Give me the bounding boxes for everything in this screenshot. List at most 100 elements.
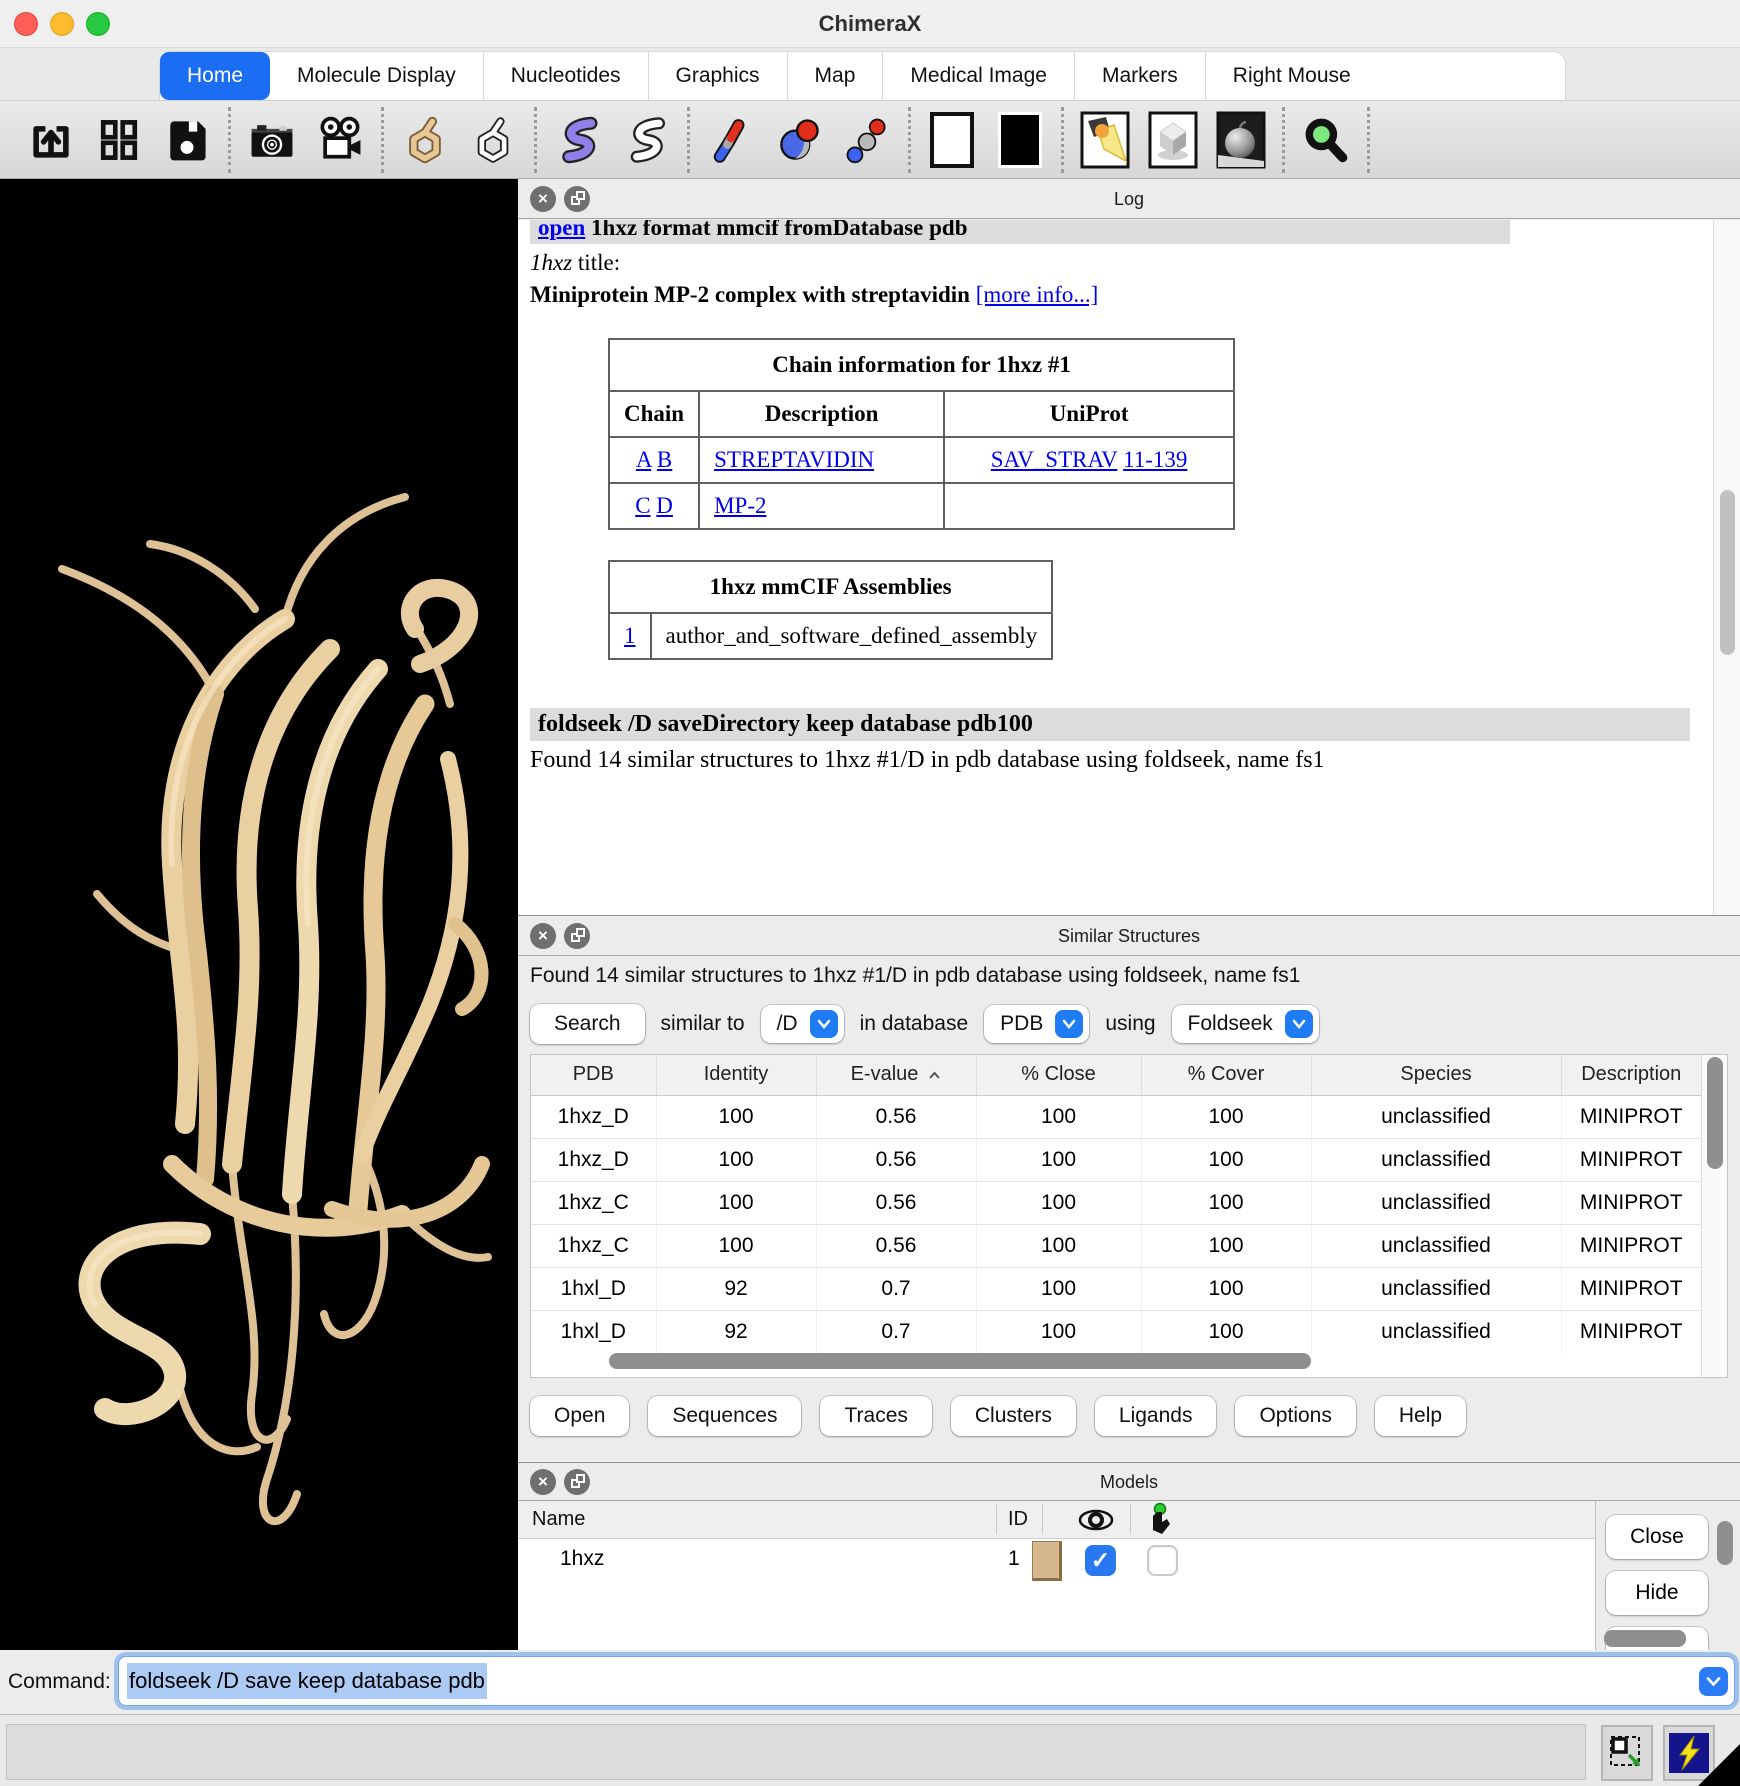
model-close-button[interactable]: Close — [1606, 1515, 1708, 1559]
log-scrollbar-thumb[interactable] — [1720, 490, 1735, 655]
col-evalue[interactable]: E-value — [816, 1055, 976, 1095]
options-button[interactable]: Options — [1235, 1396, 1355, 1436]
table-cell: 1hxl_D — [531, 1310, 656, 1353]
table-cell: 1hxz_D — [531, 1138, 656, 1181]
models-vscrollbar-thumb[interactable] — [1717, 1521, 1733, 1565]
chain-d-link[interactable]: D — [656, 493, 673, 518]
table-row[interactable]: 1hxz_C1000.56100100unclassifiedMINIPROT — [531, 1181, 1701, 1224]
zoom-icon[interactable] — [1297, 109, 1355, 171]
command-history-chevron-icon[interactable] — [1699, 1667, 1728, 1696]
window-size-icon[interactable] — [1601, 1725, 1653, 1781]
similar-vscrollbar-thumb[interactable] — [1707, 1057, 1723, 1169]
hide-atoms-icon[interactable] — [464, 109, 522, 171]
ligands-button[interactable]: Ligands — [1095, 1396, 1217, 1436]
command-input[interactable]: foldseek /D save keep database pdb — [118, 1656, 1735, 1706]
simple-lighting-icon[interactable] — [1076, 109, 1134, 171]
database-select[interactable]: PDB — [984, 1005, 1089, 1043]
table-cell: 0.56 — [816, 1138, 976, 1181]
log-scrollbar[interactable] — [1713, 220, 1740, 915]
tab-right-mouse[interactable]: Right Mouse — [1206, 52, 1378, 100]
table-cell: 100 — [976, 1267, 1141, 1310]
show-cartoons-icon[interactable] — [549, 109, 607, 171]
show-atoms-icon[interactable] — [396, 109, 454, 171]
ball-and-stick-style-icon[interactable] — [838, 109, 896, 171]
models-titlebar: × Models — [518, 1463, 1740, 1501]
table-row[interactable]: 1hxz_C1000.56100100unclassifiedMINIPROT — [531, 1224, 1701, 1267]
similar-vscrollbar[interactable] — [1701, 1055, 1727, 1377]
table-cell: MINIPROT — [1561, 1267, 1701, 1310]
table-row[interactable]: 1hxz_D1000.56100100unclassifiedMINIPROT — [531, 1095, 1701, 1138]
sort-ascending-icon — [928, 1063, 941, 1086]
snapshot-icon[interactable] — [243, 109, 301, 171]
col-close[interactable]: % Close — [976, 1055, 1141, 1095]
col-species[interactable]: Species — [1311, 1055, 1561, 1095]
chain-col-header: Chain — [609, 391, 699, 437]
tab-home[interactable]: Home — [160, 52, 270, 100]
tab-markers[interactable]: Markers — [1075, 52, 1206, 100]
table-row[interactable]: 1hxz_D1000.56100100unclassifiedMINIPROT — [531, 1138, 1701, 1181]
uniprot-id-link[interactable]: SAV_STRAV — [991, 447, 1118, 472]
using-label: using — [1105, 1012, 1155, 1036]
stick-style-icon[interactable] — [702, 109, 760, 171]
soft-lighting-icon[interactable] — [1144, 109, 1202, 171]
assembly-1-link[interactable]: 1 — [624, 623, 636, 648]
sequences-button[interactable]: Sequences — [648, 1396, 801, 1436]
black-background-icon[interactable] — [991, 109, 1049, 171]
open-command-link[interactable]: open — [538, 220, 585, 240]
table-cell: 0.7 — [816, 1267, 976, 1310]
log-panel: × Log open 1hxz format mmcif fromDatabas… — [518, 179, 1740, 915]
chain-b-link[interactable]: B — [657, 447, 672, 472]
chain-select[interactable]: /D — [761, 1005, 844, 1043]
uniprot-range-link[interactable]: 11-139 — [1123, 447, 1187, 472]
col-description[interactable]: Description — [1561, 1055, 1701, 1095]
sphere-style-icon[interactable] — [770, 109, 828, 171]
assembly-name: author_and_software_defined_assembly — [651, 613, 1053, 659]
spin-movie-icon[interactable] — [311, 109, 369, 171]
model-name: 1hxz — [560, 1547, 604, 1571]
col-identity[interactable]: Identity — [656, 1055, 816, 1095]
model-color-swatch[interactable] — [1032, 1541, 1062, 1581]
model-row-1hxz[interactable]: 1hxz 1 ✓ — [518, 1539, 1595, 1583]
white-background-icon[interactable] — [923, 109, 981, 171]
method-select[interactable]: Foldseek — [1172, 1005, 1319, 1043]
col-cover[interactable]: % Cover — [1141, 1055, 1311, 1095]
foldseek-result-line: Found 14 similar structures to 1hxz #1/D… — [530, 747, 1713, 774]
model-hide-button[interactable]: Hide — [1606, 1571, 1708, 1615]
full-lighting-icon[interactable] — [1212, 109, 1270, 171]
more-info-link[interactable]: [more info...] — [976, 282, 1099, 307]
table-row[interactable]: 1hxl_D920.7100100unclassifiedMINIPROT — [531, 1267, 1701, 1310]
table-cell: 100 — [1141, 1181, 1311, 1224]
model-selected-checkbox[interactable] — [1147, 1545, 1178, 1576]
graphics-viewport[interactable] — [0, 179, 518, 1650]
similar-title: Similar Structures — [518, 916, 1740, 956]
chain-c-link[interactable]: C — [635, 493, 650, 518]
home-toolbar — [0, 100, 1740, 179]
hide-cartoons-icon[interactable] — [617, 109, 675, 171]
tab-medical-image[interactable]: Medical Image — [883, 52, 1075, 100]
open-button[interactable]: Open — [530, 1396, 629, 1436]
tab-graphics[interactable]: Graphics — [649, 52, 788, 100]
table-row[interactable]: 1hxl_D920.7100100unclassifiedMINIPROT — [531, 1310, 1701, 1353]
help-button[interactable]: Help — [1375, 1396, 1466, 1436]
similar-hscrollbar-thumb[interactable] — [609, 1353, 1311, 1369]
tab-molecule-display[interactable]: Molecule Display — [270, 52, 484, 100]
tab-nucleotides[interactable]: Nucleotides — [484, 52, 649, 100]
recent-files-icon[interactable] — [90, 109, 148, 171]
clusters-button[interactable]: Clusters — [951, 1396, 1076, 1436]
chevron-down-icon — [1285, 1010, 1313, 1038]
search-button[interactable]: Search — [530, 1004, 645, 1044]
models-hscrollbar-thumb[interactable] — [1604, 1630, 1686, 1647]
tab-map[interactable]: Map — [788, 52, 884, 100]
traces-button[interactable]: Traces — [820, 1396, 931, 1436]
col-pdb[interactable]: PDB — [531, 1055, 656, 1095]
model-shown-checkbox[interactable]: ✓ — [1085, 1545, 1116, 1576]
log-title: Log — [518, 179, 1740, 219]
status-bar — [0, 1714, 1740, 1786]
open-icon[interactable] — [22, 109, 80, 171]
table-header-row: PDB Identity E-value % Close % Cover Spe… — [531, 1055, 1701, 1095]
resize-grip[interactable] — [1698, 1744, 1740, 1786]
chain-a-link[interactable]: A — [636, 447, 651, 472]
mp2-link[interactable]: MP-2 — [714, 493, 766, 518]
save-icon[interactable] — [158, 109, 216, 171]
streptavidin-link[interactable]: STREPTAVIDIN — [714, 447, 874, 472]
